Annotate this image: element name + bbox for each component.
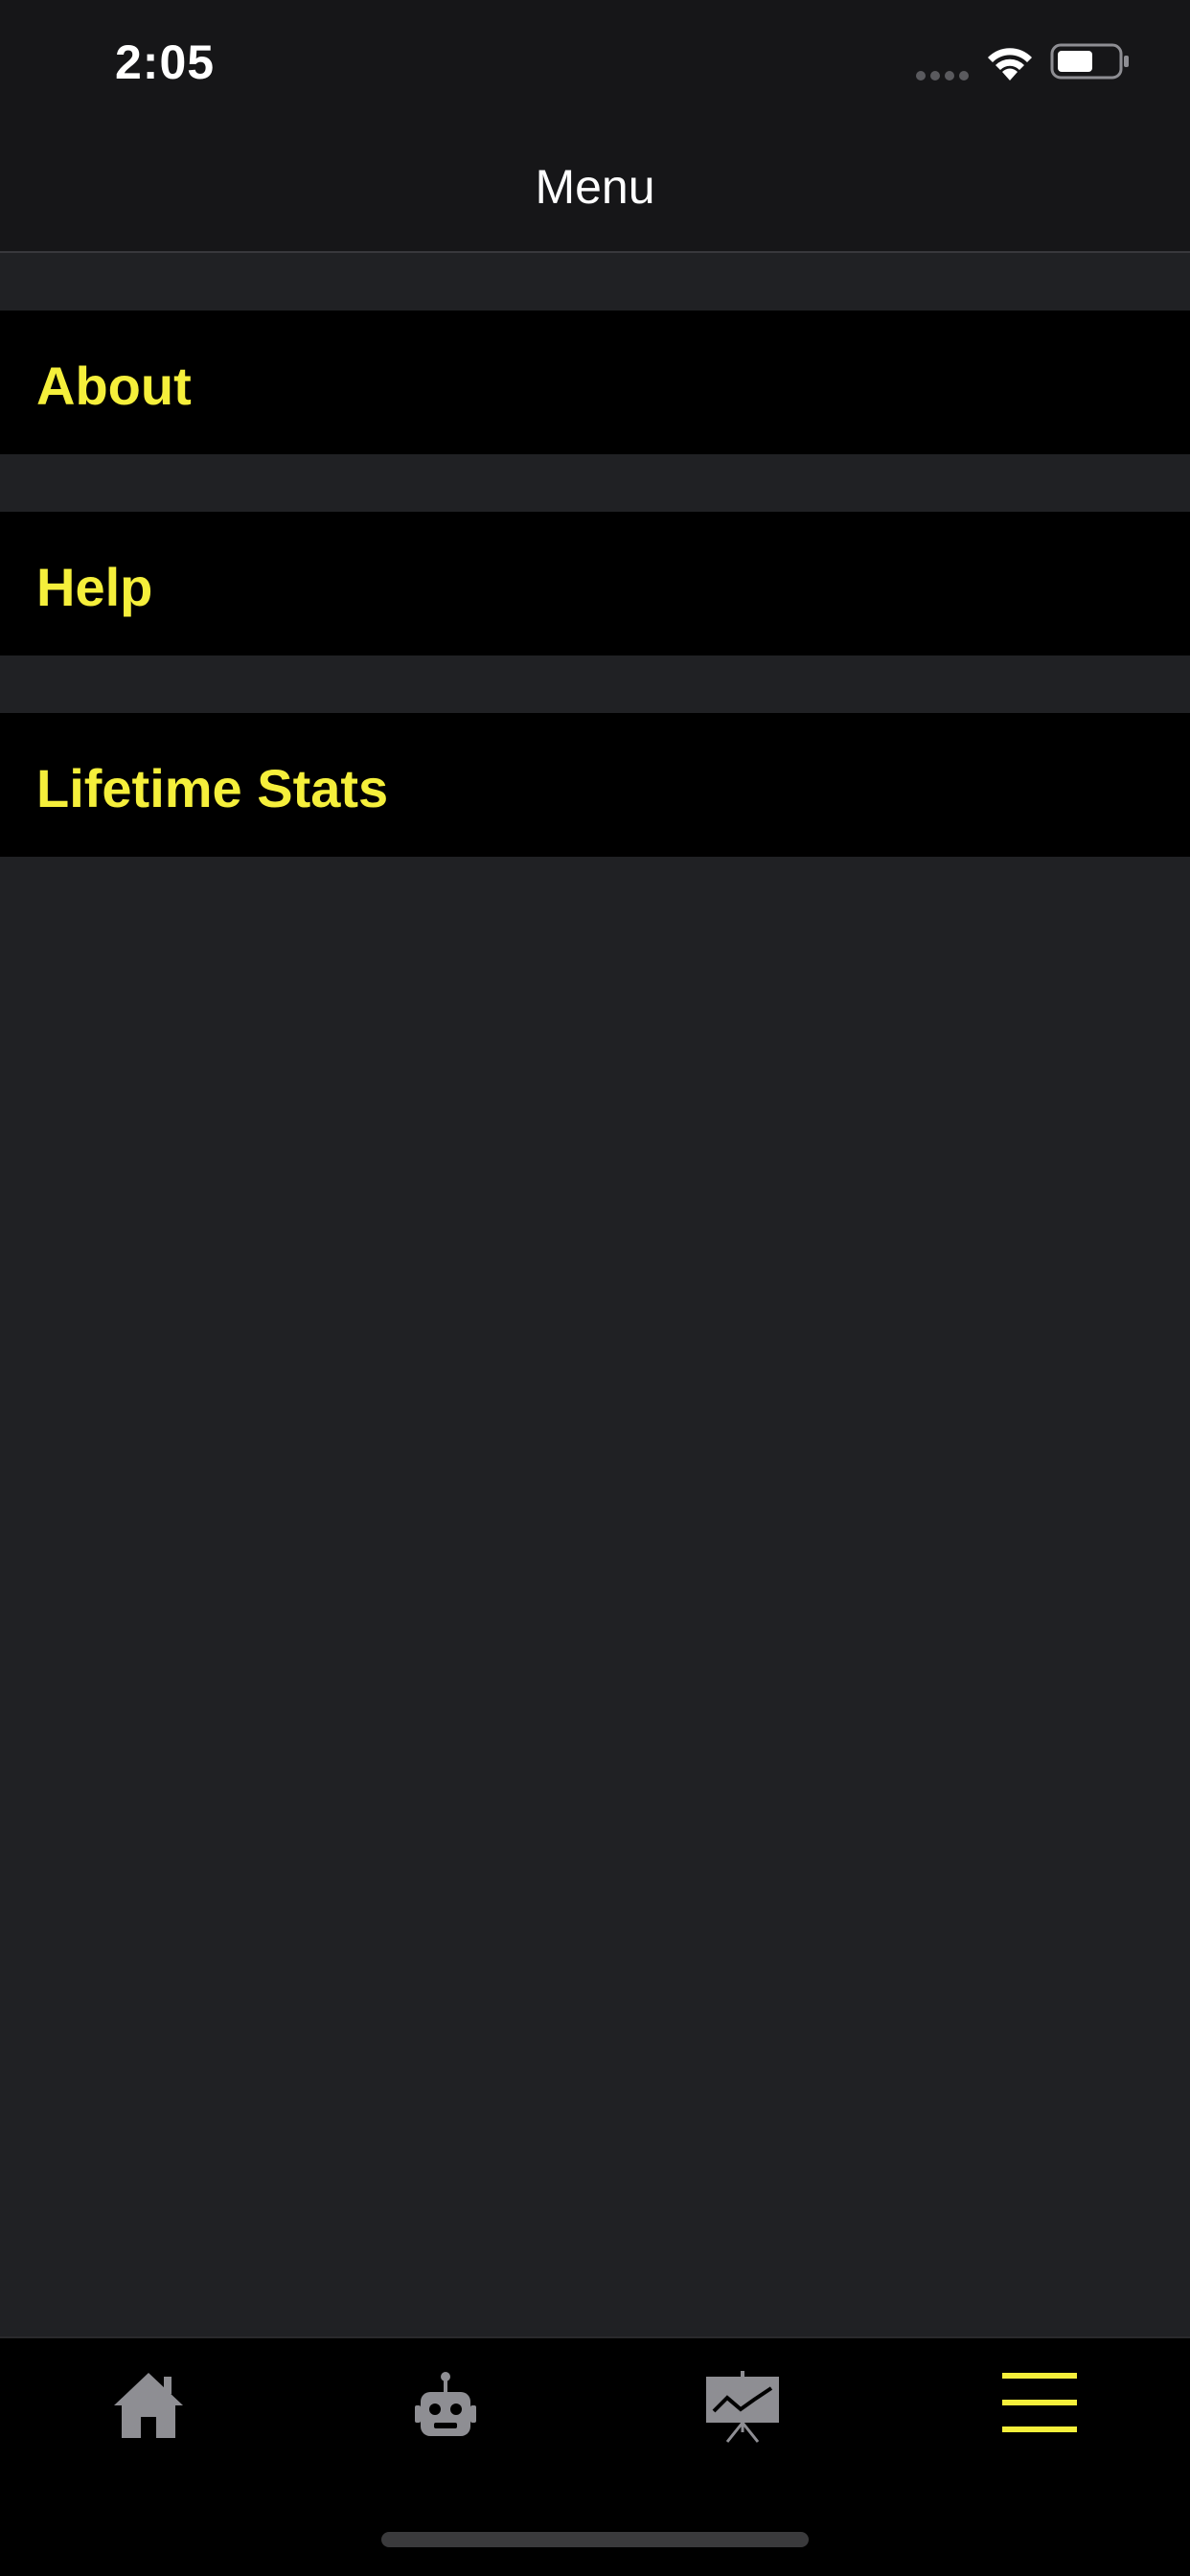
menu-item-label: Help [36, 557, 153, 617]
menu-item-about[interactable]: About [0, 310, 1190, 454]
section-spacer [0, 253, 1190, 310]
hamburger-menu-icon [1002, 2373, 1077, 2432]
menu-item-help[interactable]: Help [0, 512, 1190, 656]
menu-item-label: Lifetime Stats [36, 758, 389, 818]
battery-icon [1050, 43, 1129, 80]
section-spacer [0, 656, 1190, 713]
wifi-icon [988, 48, 1032, 80]
section-spacer [0, 454, 1190, 512]
tab-stats[interactable] [594, 2338, 891, 2482]
tab-menu[interactable] [891, 2338, 1188, 2482]
home-indicator[interactable] [381, 2532, 809, 2547]
tab-robot[interactable] [297, 2338, 594, 2482]
robot-icon [415, 2372, 476, 2436]
menu-item-label: About [36, 356, 192, 416]
cellular-signal-icon [916, 71, 969, 80]
home-icon [114, 2373, 183, 2438]
tab-home[interactable] [0, 2338, 297, 2482]
page-title: Menu [535, 160, 655, 214]
status-time: 2:05 [115, 35, 216, 89]
menu-screen: 2:05 Menu About Help Lifetime Stats [0, 0, 1190, 2576]
navigation-bar: Menu [0, 130, 1190, 253]
status-bar: 2:05 [0, 0, 1190, 130]
presentation-chart-icon [706, 2371, 779, 2443]
menu-list: About Help Lifetime Stats [0, 253, 1190, 857]
menu-item-lifetime-stats[interactable]: Lifetime Stats [0, 713, 1190, 857]
